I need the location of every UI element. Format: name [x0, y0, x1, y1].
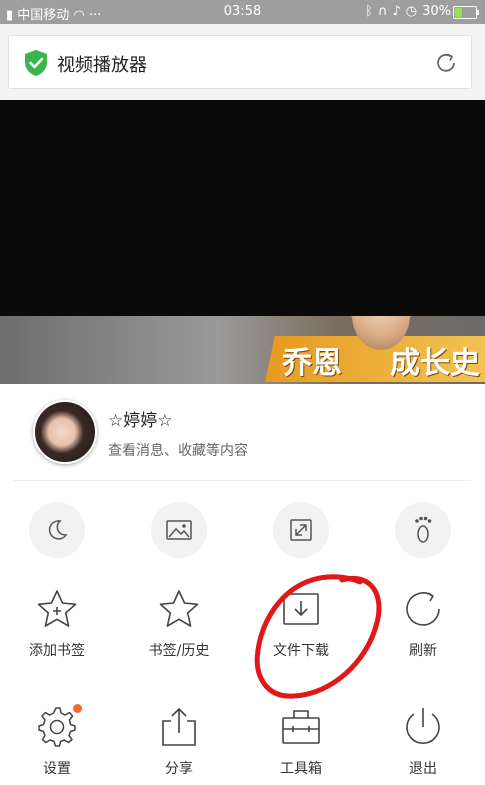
- gear-icon: [38, 707, 76, 747]
- battery-percent: 30%: [422, 4, 451, 19]
- no-image-toggle[interactable]: [151, 502, 207, 558]
- expand-icon: [290, 519, 312, 541]
- video-banner: 乔恩 成长史: [0, 316, 485, 384]
- banner-text-right: 成长史: [390, 346, 480, 381]
- moon-icon: [48, 520, 68, 540]
- address-bar: 视频播放器: [0, 24, 485, 100]
- toolbox-button[interactable]: 工具箱: [246, 704, 356, 778]
- add-bookmark-label: 添加书签: [29, 643, 85, 659]
- toolbox-label: 工具箱: [280, 761, 322, 777]
- night-mode-toggle[interactable]: [29, 502, 85, 558]
- alarm-icon: ◷: [405, 4, 418, 19]
- no-trace-toggle[interactable]: [395, 502, 451, 558]
- notification-dot: [73, 704, 82, 713]
- profile-name: ☆婷婷☆: [108, 411, 173, 431]
- star-icon: [159, 590, 199, 627]
- refresh-button[interactable]: 刷新: [368, 586, 478, 660]
- mute-bell-icon: ♪: [392, 4, 401, 19]
- avatar[interactable]: [33, 400, 97, 464]
- settings-label: 设置: [43, 761, 71, 777]
- profile-subtitle: 查看消息、收藏等内容: [108, 443, 248, 459]
- exit-label: 退出: [409, 761, 437, 777]
- bookmarks-history-button[interactable]: 书签/历史: [124, 586, 234, 660]
- bluetooth-icon: ᛒ: [365, 4, 373, 19]
- banner-text-left: 乔恩: [282, 346, 342, 381]
- footprint-icon: [415, 516, 432, 543]
- page-title: 视频播放器: [57, 55, 147, 76]
- download-icon: [283, 593, 319, 625]
- settings-button[interactable]: 设置: [2, 704, 112, 778]
- file-download-label: 文件下载: [273, 643, 329, 659]
- status-bar: ▮ 中国移动 ◠ ··· 03:58 ᛒ ∩ ♪ ◷ 30%: [0, 0, 485, 24]
- image-icon: [166, 520, 192, 540]
- divider: [14, 480, 471, 481]
- video-player[interactable]: [0, 100, 485, 316]
- refresh-label: 刷新: [409, 643, 437, 659]
- share-button[interactable]: 分享: [124, 704, 234, 778]
- headset-icon: ∩: [377, 4, 388, 19]
- battery-icon: [453, 6, 479, 19]
- profile-row[interactable]: ☆婷婷☆ 查看消息、收藏等内容: [0, 384, 485, 480]
- browser-menu-sheet: ☆婷婷☆ 查看消息、收藏等内容 添加书签 书签/历史 文件下载 刷新 设置 分享…: [0, 384, 485, 785]
- url-field[interactable]: 视频播放器: [8, 35, 472, 89]
- star-plus-icon: [37, 590, 77, 627]
- file-download-button[interactable]: 文件下载: [246, 586, 356, 660]
- shield-check-icon: [25, 50, 47, 76]
- toolbox-icon: [282, 710, 320, 744]
- bookmarks-history-label: 书签/历史: [148, 643, 210, 659]
- reload-icon[interactable]: [433, 50, 459, 76]
- power-icon: [406, 708, 440, 744]
- fullscreen-toggle[interactable]: [273, 502, 329, 558]
- add-bookmark-button[interactable]: 添加书签: [2, 586, 112, 660]
- share-label: 分享: [165, 761, 193, 777]
- exit-button[interactable]: 退出: [368, 704, 478, 778]
- refresh-icon: [406, 592, 440, 626]
- share-icon: [162, 707, 196, 746]
